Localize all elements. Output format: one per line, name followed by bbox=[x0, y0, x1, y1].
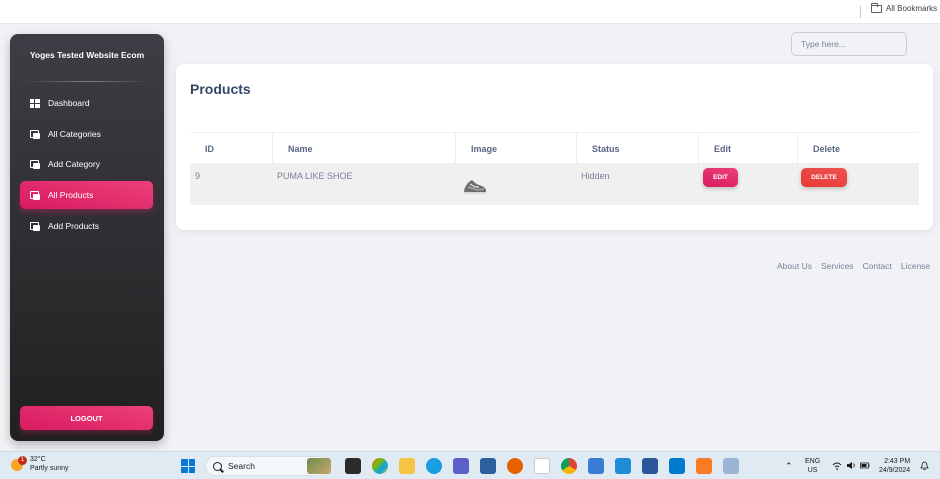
weather-widget[interactable]: 1 32°C Partly sunny bbox=[10, 455, 69, 473]
sidebar-item-add-products[interactable]: Add Products bbox=[20, 212, 153, 240]
system-clock[interactable]: 2:43 PM 24/9/2024 bbox=[879, 457, 910, 475]
word-icon[interactable] bbox=[642, 458, 658, 474]
teams-icon[interactable] bbox=[453, 458, 469, 474]
dashboard-icon bbox=[30, 98, 40, 108]
language-top: ENG bbox=[805, 458, 821, 465]
delete-button[interactable]: DELETE bbox=[801, 168, 847, 187]
search-icon bbox=[213, 461, 222, 471]
sidebar-item-label: All Categories bbox=[48, 129, 101, 139]
table-row: 9 PUMA LIKE SHOE Hidden EDIT DELETE bbox=[190, 164, 919, 205]
search-input[interactable] bbox=[791, 32, 907, 56]
table-header: ID Name Image Status Edit Delete bbox=[190, 132, 919, 165]
cell-status: Hidden bbox=[581, 171, 610, 181]
list-icon bbox=[30, 159, 40, 169]
footer-link-contact[interactable]: Contact bbox=[863, 261, 892, 271]
sidebar-item-add-category[interactable]: Add Category bbox=[20, 150, 153, 178]
column-header-status: Status bbox=[576, 133, 698, 165]
sidebar-item-all-categories[interactable]: All Categories bbox=[20, 120, 153, 148]
folder-icon bbox=[871, 2, 882, 13]
bookmarks-bar: All Bookmarks bbox=[0, 0, 940, 24]
column-header-id: ID bbox=[205, 144, 214, 154]
volume-icon[interactable] bbox=[846, 461, 856, 470]
products-table: ID Name Image Status Edit Delete 9 PUMA … bbox=[190, 132, 919, 205]
sidebar-item-all-products[interactable]: All Products bbox=[20, 181, 153, 209]
firefox-icon[interactable] bbox=[507, 458, 523, 474]
column-header-edit: Edit bbox=[698, 133, 797, 165]
app-icon[interactable] bbox=[588, 458, 604, 474]
edge-icon[interactable] bbox=[426, 458, 442, 474]
notification-bell-icon[interactable] bbox=[920, 461, 929, 471]
language-indicator[interactable]: ENG US bbox=[805, 457, 820, 475]
all-bookmarks-button[interactable]: All Bookmarks bbox=[871, 2, 938, 13]
column-header-name: Name bbox=[272, 133, 455, 165]
weather-desc: Partly sunny bbox=[30, 465, 69, 472]
taskbar-search-label: Search bbox=[228, 461, 255, 471]
list-icon bbox=[30, 129, 40, 139]
language-bottom: US bbox=[807, 467, 818, 474]
wifi-icon[interactable] bbox=[832, 461, 842, 470]
footer-link-services[interactable]: Services bbox=[821, 261, 854, 271]
taskbar: 1 32°C Partly sunny Search ⌃ ENG US 2:43… bbox=[0, 451, 940, 479]
cell-name: PUMA LIKE SHOE bbox=[277, 171, 353, 181]
vscode-icon[interactable] bbox=[669, 458, 685, 474]
column-header-image: Image bbox=[455, 133, 576, 165]
search-highlight-icon bbox=[307, 458, 331, 474]
xampp-icon[interactable] bbox=[696, 458, 712, 474]
snipping-tool-icon[interactable] bbox=[723, 458, 739, 474]
brand-title[interactable]: Yoges Tested Website Ecom bbox=[10, 50, 164, 60]
clock-time: 2:43 PM bbox=[884, 458, 911, 465]
footer-link-about-us[interactable]: About Us bbox=[777, 261, 812, 271]
sidebar-item-label: Dashboard bbox=[48, 98, 90, 108]
sidebar-item-label: Add Products bbox=[48, 221, 100, 231]
amazon-icon[interactable] bbox=[534, 458, 550, 474]
notepad-icon[interactable] bbox=[615, 458, 631, 474]
weather-sun-icon: 1 bbox=[10, 456, 27, 472]
shoe-image bbox=[464, 180, 486, 194]
bookmarks-divider bbox=[860, 6, 861, 18]
page-title: Products bbox=[190, 81, 251, 97]
sidebar-item-label: All Products bbox=[48, 190, 94, 200]
file-explorer-icon[interactable] bbox=[399, 458, 415, 474]
store-icon[interactable] bbox=[480, 458, 496, 474]
all-bookmarks-label: All Bookmarks bbox=[886, 4, 938, 13]
footer-link-license[interactable]: License bbox=[901, 261, 930, 271]
column-header-delete: Delete bbox=[797, 133, 919, 165]
clock-date: 24/9/2024 bbox=[879, 467, 911, 474]
battery-icon[interactable] bbox=[860, 461, 870, 470]
list-icon bbox=[30, 221, 40, 231]
products-card: Products ID Name Image Status Edit Delet… bbox=[176, 64, 933, 230]
sidebar-item-dashboard[interactable]: Dashboard bbox=[20, 89, 153, 117]
windows-start-icon[interactable] bbox=[181, 459, 195, 473]
logout-button[interactable]: LOGOUT bbox=[20, 406, 153, 430]
weather-temp: 32°C bbox=[30, 456, 46, 463]
weather-badge: 1 bbox=[18, 456, 27, 465]
list-icon bbox=[30, 190, 40, 200]
chevron-up-icon[interactable]: ⌃ bbox=[785, 461, 793, 472]
sidebar-item-label: Add Category bbox=[48, 159, 100, 169]
task-view-icon[interactable] bbox=[345, 458, 361, 474]
sidebar-divider bbox=[24, 81, 150, 82]
chrome-icon[interactable] bbox=[561, 458, 577, 474]
copilot-icon[interactable] bbox=[372, 458, 388, 474]
cell-id: 9 bbox=[195, 171, 201, 181]
edit-button[interactable]: EDIT bbox=[703, 168, 738, 187]
sidebar: Yoges Tested Website Ecom Dashboard All … bbox=[10, 34, 164, 441]
footer-links: About Us Services Contact License bbox=[777, 261, 930, 271]
